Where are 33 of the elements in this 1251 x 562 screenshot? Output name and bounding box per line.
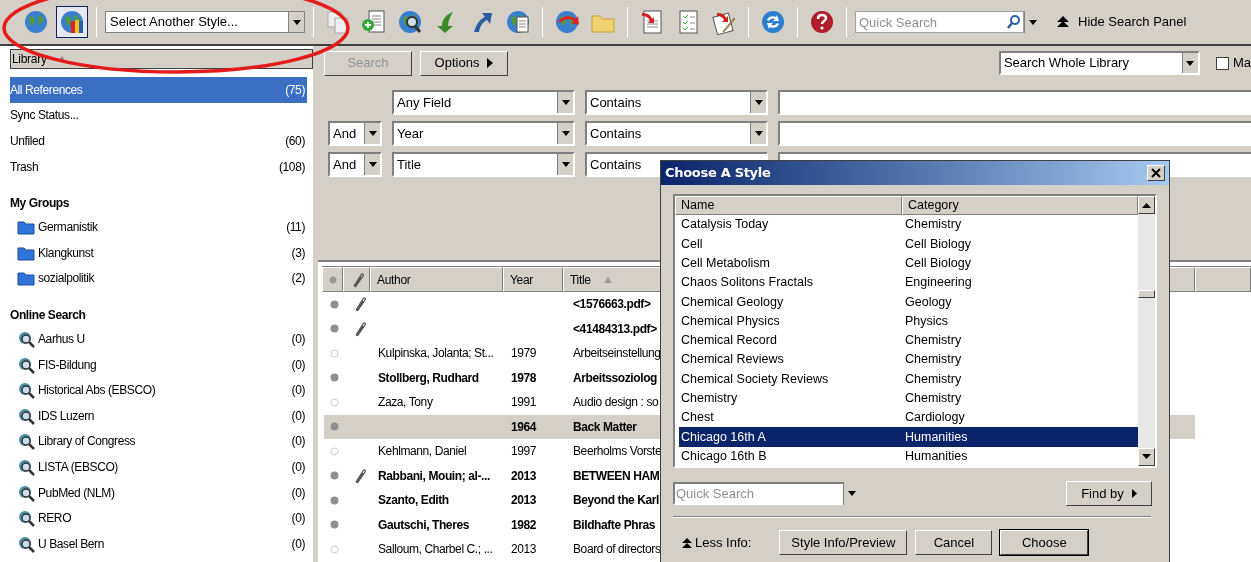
table-cell: 2013 [511,493,537,508]
table-cell: Board of directors [573,542,661,557]
section-title: Online Search [10,307,87,325]
table-cell: 1964 [511,419,537,434]
table-cell: <1576663.pdf> [573,297,651,312]
table-cell: 1997 [511,444,537,459]
table-cell: 2013 [511,468,537,483]
table-cell: Bildhafte Phras [573,517,656,532]
table-cell: Audio design : so [573,395,659,410]
header-label: Library [12,51,47,68]
table-cell: 1991 [511,395,537,410]
checkbox-label: Ma [1232,54,1251,73]
table-cell: 1982 [511,517,537,532]
table-cell: Salloum, Charbel C.; ... [378,542,493,557]
table-cell: Beyond the Karl [573,493,660,508]
section-title: My Groups [10,195,71,213]
table-cell: BETWEEN HAM [573,468,660,483]
table-cell: Kehlmann, Daniel [378,444,467,459]
table-cell: Rabbani, Mouin; al-... [378,468,490,483]
table-cell: 1979 [511,346,537,361]
table-cell: Back Matter [573,419,637,434]
table-cell: Zaza, Tony [378,395,433,410]
table-cell: Arbeitssoziolog [573,370,657,385]
window-title: Choose A Style [665,164,771,183]
table-cell: <41484313.pdf> [573,321,657,336]
table-cell: Arbeitseinstellung [573,346,661,361]
table-cell: Gautschi, Theres [378,517,469,532]
table-cell: Szanto, Edith [378,493,449,508]
table-cell: 2013 [511,542,537,557]
table-cell: Beerholms Vorste [573,444,662,459]
table-cell: Stollberg, Rudhard [378,370,479,385]
table-cell: 1978 [511,370,537,385]
table-cell: Kulpinska, Jolanta; St... [378,346,494,361]
